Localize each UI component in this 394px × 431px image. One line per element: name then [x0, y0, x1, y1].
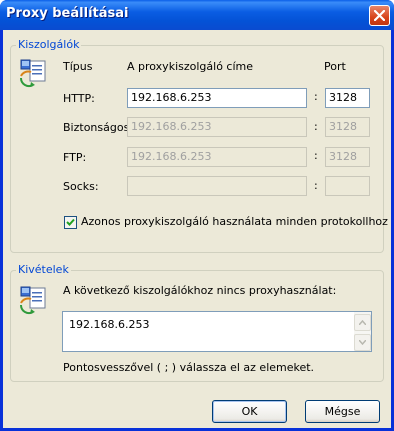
dialog-body: Kiszolgálók Típus A proxykiszolgáló címe… [3, 30, 391, 428]
secure-port-input[interactable]: 3128 [325, 117, 370, 137]
column-header-type: Típus [63, 60, 93, 73]
socks-colon: : [314, 179, 318, 192]
scroll-up-button[interactable] [354, 314, 371, 331]
http-label: HTTP: [63, 92, 95, 105]
window-title: Proxy beállításai [6, 6, 129, 21]
close-button[interactable] [369, 5, 390, 26]
proxy-settings-icon [19, 59, 46, 88]
http-port-input[interactable]: 3128 [325, 88, 370, 108]
exceptions-textarea[interactable]: 192.168.6.253 [62, 311, 372, 352]
exceptions-icon [19, 286, 46, 315]
http-address-input[interactable]: 192.168.6.253 [127, 88, 307, 108]
checkmark-icon [66, 218, 75, 226]
secure-label: Biztonságos: [63, 121, 134, 134]
http-colon: : [314, 90, 318, 103]
dialog-window: Proxy beállításai Kiszolgálók Típus A pr… [0, 0, 394, 431]
scroll-down-button[interactable] [354, 334, 371, 351]
same-proxy-label[interactable]: Azonos proxykiszolgáló használata minden… [81, 215, 388, 229]
ftp-port-input[interactable]: 3128 [325, 147, 370, 167]
ftp-label: FTP: [63, 151, 87, 164]
ftp-address-input[interactable]: 192.168.6.253 [127, 147, 307, 167]
ftp-colon: : [314, 149, 318, 162]
cancel-button[interactable]: Mégse [305, 400, 380, 423]
socks-address-input[interactable] [127, 176, 307, 196]
same-proxy-checkbox[interactable] [64, 216, 77, 229]
exceptions-scrollbar[interactable] [354, 312, 371, 351]
secure-address-input[interactable]: 192.168.6.253 [127, 117, 307, 137]
column-header-address: A proxykiszolgáló címe [127, 60, 254, 73]
ok-button[interactable]: OK [212, 400, 287, 423]
arrow-up-icon [359, 320, 366, 325]
servers-legend: Kiszolgálók [16, 38, 82, 52]
exceptions-legend: Kivételek [16, 263, 71, 277]
arrow-down-icon [359, 340, 366, 345]
exceptions-description: A következő kiszolgálókhoz nincs proxyha… [63, 284, 337, 297]
socks-port-input[interactable] [325, 176, 370, 196]
exceptions-value: 192.168.6.253 [69, 318, 150, 331]
exceptions-hint: Pontosvesszővel ( ; ) válassza el az ele… [63, 361, 315, 374]
close-icon [374, 10, 385, 21]
title-bar[interactable]: Proxy beállításai [0, 0, 394, 30]
socks-label: Socks: [63, 180, 99, 193]
secure-colon: : [314, 120, 318, 133]
column-header-port: Port [324, 60, 346, 73]
